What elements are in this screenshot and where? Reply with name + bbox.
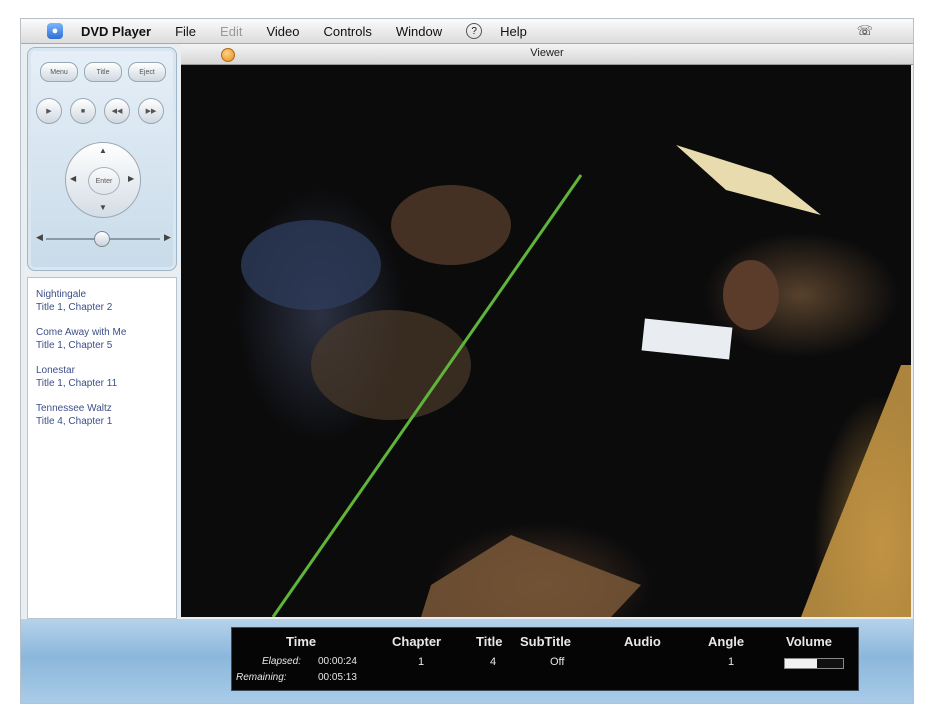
bookmark-location: Title 1, Chapter 11: [36, 378, 118, 389]
audience-shape: [391, 185, 511, 265]
bookmark-title: Tennessee Waltz: [36, 403, 112, 414]
direction-pad: ▲ ▼ ◀ ▶ Enter: [65, 142, 141, 218]
volume-header: Volume: [786, 634, 832, 649]
bookmark-title: Lonestar: [36, 365, 75, 376]
fast-forward-icon: ▶▶: [145, 108, 157, 115]
screen-frame: ● DVD Player File Edit Video Controls Wi…: [20, 18, 914, 704]
enter-button[interactable]: Enter: [88, 167, 120, 195]
arrow-left-icon[interactable]: ◀: [70, 174, 76, 183]
chapter-header: Chapter: [392, 634, 442, 649]
floor-light-shape: [801, 365, 911, 617]
bookmark-item[interactable]: Lonestar Title 1, Chapter 11: [36, 364, 176, 390]
menu-app-name[interactable]: DVD Player: [81, 24, 151, 39]
video-scene: [241, 145, 911, 617]
angle-value[interactable]: 1: [728, 656, 734, 668]
volume-level-fill: [785, 659, 817, 668]
bookmark-item[interactable]: Tennessee Waltz Title 4, Chapter 1: [36, 402, 176, 428]
previous-chapter-button[interactable]: ◀◀: [104, 98, 130, 124]
menu-controls[interactable]: Controls: [323, 24, 371, 39]
menu-file[interactable]: File: [175, 24, 196, 39]
bookmark-item[interactable]: Nightingale Title 1, Chapter 2: [36, 288, 176, 314]
title-value[interactable]: 4: [490, 656, 496, 668]
volume-slider[interactable]: [784, 658, 844, 669]
bookmark-location: Title 1, Chapter 5: [36, 340, 113, 351]
arrow-up-icon[interactable]: ▲: [99, 146, 107, 155]
controller-display: Time Elapsed: 00:00:24 Remaining: 00:05:…: [231, 627, 859, 691]
remaining-label: Remaining:: [236, 672, 287, 683]
title-header: Title: [476, 634, 503, 649]
play-icon: ▶: [46, 108, 52, 115]
rewind-icon: ◀◀: [111, 108, 123, 115]
arrow-down-icon[interactable]: ▼: [99, 203, 107, 212]
eject-button[interactable]: Eject: [128, 62, 166, 82]
remote-volume-knob[interactable]: [94, 231, 110, 247]
bookmarks-list: Nightingale Title 1, Chapter 2 Come Away…: [27, 277, 177, 619]
menu-bar: ● DVD Player File Edit Video Controls Wi…: [21, 19, 913, 44]
rug-shape: [421, 535, 641, 617]
stop-icon: ■: [80, 107, 86, 115]
time-header: Time: [286, 634, 317, 649]
volume-high-icon: ▶: [164, 232, 171, 242]
menu-button[interactable]: Menu: [40, 62, 78, 82]
bookmark-title: Nightingale: [36, 289, 87, 300]
angle-header: Angle: [708, 634, 745, 649]
remaining-value: 00:05:13: [318, 672, 357, 683]
menu-edit[interactable]: Edit: [220, 24, 242, 39]
bookmark-title: Come Away with Me: [36, 327, 127, 338]
stop-button[interactable]: ■: [70, 98, 96, 124]
next-chapter-button[interactable]: ▶▶: [138, 98, 164, 124]
remote-control-panel: Menu Title Eject ▶ ■ ◀◀ ▶▶ ▲ ▼ ◀ ▶ Enter…: [27, 47, 177, 271]
subtitle-value[interactable]: Off: [550, 656, 564, 668]
menu-window[interactable]: Window: [396, 24, 442, 39]
sheet-music-shape: [641, 318, 733, 360]
bookmark-location: Title 4, Chapter 1: [36, 416, 113, 427]
video-frame[interactable]: [181, 65, 911, 617]
viewer-title: Viewer: [530, 47, 564, 59]
bookmark-item[interactable]: Come Away with Me Title 1, Chapter 5: [36, 326, 176, 352]
performer-shape: [723, 260, 779, 330]
audience-shape: [241, 220, 381, 310]
menu-video[interactable]: Video: [266, 24, 299, 39]
bookmark-location: Title 1, Chapter 2: [36, 302, 113, 313]
help-icon[interactable]: ?: [466, 23, 483, 39]
menu-help[interactable]: Help: [500, 24, 527, 39]
lamp-shape: [676, 145, 821, 215]
phone-icon[interactable]: ☏: [857, 23, 873, 39]
volume-low-icon: ◀: [36, 232, 43, 242]
viewer-title-bar[interactable]: Viewer: [181, 44, 913, 65]
audio-header: Audio: [624, 634, 661, 649]
play-button[interactable]: ▶: [36, 98, 62, 124]
arrow-right-icon[interactable]: ▶: [128, 174, 134, 183]
elapsed-label: Elapsed:: [262, 656, 301, 667]
elapsed-value: 00:00:24: [318, 656, 357, 667]
chapter-value[interactable]: 1: [418, 656, 424, 668]
subtitle-header: SubTitle: [520, 634, 572, 649]
apple-icon[interactable]: ●: [47, 23, 63, 39]
title-button[interactable]: Title: [84, 62, 122, 82]
